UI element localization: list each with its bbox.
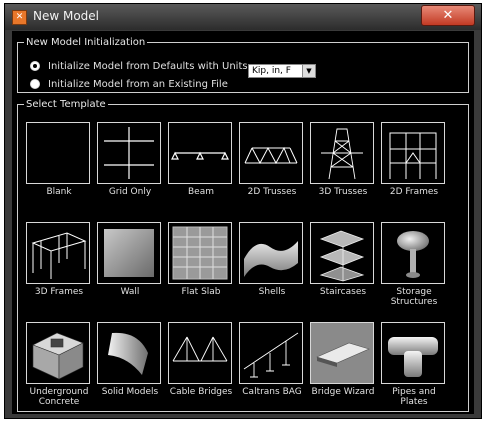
- template-blank[interactable]: Blank: [26, 122, 92, 197]
- template-label: Solid Models: [101, 387, 159, 397]
- template-label: Beam: [188, 187, 214, 197]
- template-beam[interactable]: Beam: [168, 122, 234, 197]
- template-caltrans-bag[interactable]: Caltrans BAG: [239, 322, 305, 397]
- caltrans-icon[interactable]: [239, 322, 303, 384]
- init-existing-option[interactable]: Initialize Model from an Existing File: [30, 76, 228, 92]
- template-label: Storage Structures: [390, 287, 438, 307]
- init-defaults-option[interactable]: Initialize Model from Defaults with Unit…: [30, 58, 248, 74]
- staircase-icon[interactable]: [310, 222, 374, 284]
- template-2d-frames[interactable]: 2D Frames: [381, 122, 447, 197]
- units-value: Kip, in, F: [252, 66, 291, 76]
- template-pipes-and-plates[interactable]: Pipes and Plates: [381, 322, 447, 407]
- storage-icon[interactable]: [381, 222, 445, 284]
- template-underground-concrete[interactable]: Underground Concrete: [26, 322, 92, 407]
- template-label: Wall: [120, 287, 140, 297]
- cable-bridge-icon[interactable]: [168, 322, 232, 384]
- template-label: Flat Slab: [181, 287, 221, 297]
- title-bar[interactable]: ✕ New Model ✕: [5, 4, 481, 30]
- dialog-body: New Model Initialization Initialize Mode…: [12, 31, 474, 414]
- template-legend: Select Template: [26, 99, 106, 110]
- app-icon: ✕: [12, 10, 27, 25]
- new-model-dialog: ✕ New Model ✕ New Model Initialization I…: [4, 3, 482, 419]
- template-2d-trusses[interactable]: 2D Trusses: [239, 122, 305, 197]
- units-select[interactable]: Kip, in, F ▼: [248, 64, 316, 78]
- window-title: New Model: [33, 9, 100, 23]
- init-defaults-label: Initialize Model from Defaults with Unit…: [48, 60, 248, 72]
- template-storage-structures[interactable]: Storage Structures: [381, 222, 447, 307]
- initialization-group: New Model Initialization Initialize Mode…: [17, 37, 469, 93]
- template-label: Caltrans BAG: [242, 387, 302, 397]
- underground-icon[interactable]: [26, 322, 90, 384]
- pipes-icon[interactable]: [381, 322, 445, 384]
- template-grid-only[interactable]: Grid Only: [97, 122, 163, 197]
- template-shells[interactable]: Shells: [239, 222, 305, 297]
- template-label: Cable Bridges: [169, 387, 233, 397]
- init-existing-label: Initialize Model from an Existing File: [48, 78, 228, 90]
- template-solid-models[interactable]: Solid Models: [97, 322, 163, 397]
- template-label: 2D Frames: [389, 187, 439, 197]
- template-3d-trusses[interactable]: 3D Trusses: [310, 122, 376, 197]
- bridge-wizard-icon[interactable]: [310, 322, 374, 384]
- solid-icon[interactable]: [97, 322, 161, 384]
- template-label: Blank: [46, 187, 72, 197]
- template-wall[interactable]: Wall: [97, 222, 163, 297]
- frame-2d-icon[interactable]: [381, 122, 445, 184]
- initialization-legend: New Model Initialization: [26, 37, 146, 48]
- template-3d-frames[interactable]: 3D Frames: [26, 222, 92, 297]
- frame-3d-icon[interactable]: [26, 222, 90, 284]
- template-label: Pipes and Plates: [392, 387, 436, 407]
- template-label: Bridge Wizard: [311, 387, 375, 397]
- truss-2d-icon[interactable]: [239, 122, 303, 184]
- truss-3d-icon[interactable]: [310, 122, 374, 184]
- wall-icon[interactable]: [97, 222, 161, 284]
- template-staircases[interactable]: Staircases: [310, 222, 376, 297]
- beam-icon[interactable]: [168, 122, 232, 184]
- blank-icon[interactable]: [26, 122, 90, 184]
- template-label: Grid Only: [108, 187, 152, 197]
- grid-icon[interactable]: [97, 122, 161, 184]
- chevron-down-icon[interactable]: ▼: [302, 65, 315, 77]
- flat-slab-icon[interactable]: [168, 222, 232, 284]
- template-group: Select Template Blank Grid Only Beam 2D …: [17, 99, 469, 412]
- template-label: 2D Trusses: [247, 187, 297, 197]
- template-label: 3D Trusses: [318, 187, 368, 197]
- init-defaults-radio[interactable]: [30, 61, 40, 71]
- template-label: Staircases: [319, 287, 367, 297]
- template-cable-bridges[interactable]: Cable Bridges: [168, 322, 234, 397]
- shell-icon[interactable]: [239, 222, 303, 284]
- template-label: Underground Concrete: [29, 387, 89, 407]
- template-flat-slab[interactable]: Flat Slab: [168, 222, 234, 297]
- init-existing-radio[interactable]: [30, 79, 40, 89]
- template-bridge-wizard[interactable]: Bridge Wizard: [310, 322, 376, 397]
- template-label: Shells: [258, 287, 286, 297]
- close-button[interactable]: ✕: [421, 5, 475, 26]
- template-label: 3D Frames: [34, 287, 84, 297]
